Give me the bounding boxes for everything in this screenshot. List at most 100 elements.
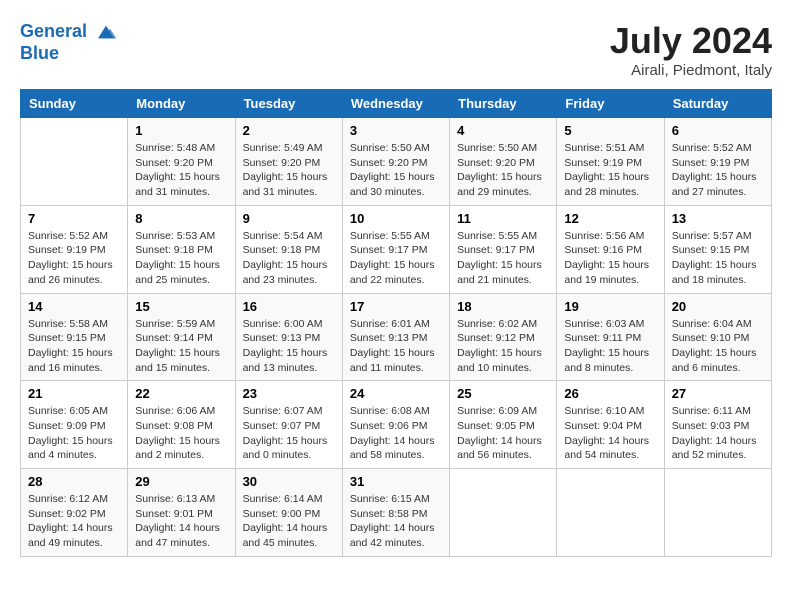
calendar-cell: 2 Sunrise: 5:49 AM Sunset: 9:20 PM Dayli… (235, 118, 342, 206)
calendar-cell: 15 Sunrise: 5:59 AM Sunset: 9:14 PM Dayl… (128, 293, 235, 381)
sunrise-text: Sunrise: 5:54 AM (243, 230, 323, 242)
day-info: Sunrise: 5:52 AM Sunset: 9:19 PM Dayligh… (28, 229, 120, 288)
sunset-text: Sunset: 9:01 PM (135, 508, 213, 520)
calendar-cell: 28 Sunrise: 6:12 AM Sunset: 9:02 PM Dayl… (21, 469, 128, 557)
sunrise-text: Sunrise: 5:59 AM (135, 318, 215, 330)
month-title: July 2024 (610, 20, 772, 62)
calendar-cell: 31 Sunrise: 6:15 AM Sunset: 8:58 PM Dayl… (342, 469, 449, 557)
day-info: Sunrise: 6:05 AM Sunset: 9:09 PM Dayligh… (28, 404, 120, 463)
calendar-cell: 5 Sunrise: 5:51 AM Sunset: 9:19 PM Dayli… (557, 118, 664, 206)
sunrise-text: Sunrise: 6:06 AM (135, 405, 215, 417)
calendar-cell: 23 Sunrise: 6:07 AM Sunset: 9:07 PM Dayl… (235, 381, 342, 469)
day-number: 15 (135, 299, 227, 314)
day-number: 9 (243, 211, 335, 226)
logo-text: General (20, 20, 118, 44)
day-info: Sunrise: 6:10 AM Sunset: 9:04 PM Dayligh… (564, 404, 656, 463)
sunrise-text: Sunrise: 6:01 AM (350, 318, 430, 330)
daylight-text: Daylight: 14 hours and 56 minutes. (457, 435, 542, 462)
calendar-cell: 25 Sunrise: 6:09 AM Sunset: 9:05 PM Dayl… (450, 381, 557, 469)
daylight-text: Daylight: 15 hours and 30 minutes. (350, 171, 435, 198)
day-number: 10 (350, 211, 442, 226)
day-info: Sunrise: 5:50 AM Sunset: 9:20 PM Dayligh… (457, 141, 549, 200)
location: Airali, Piedmont, Italy (610, 62, 772, 79)
sunrise-text: Sunrise: 6:09 AM (457, 405, 537, 417)
sunrise-text: Sunrise: 6:11 AM (672, 405, 751, 417)
day-info: Sunrise: 6:03 AM Sunset: 9:11 PM Dayligh… (564, 317, 656, 376)
daylight-text: Daylight: 15 hours and 2 minutes. (135, 435, 220, 462)
day-number: 5 (564, 123, 656, 138)
sunset-text: Sunset: 9:13 PM (243, 332, 321, 344)
sunset-text: Sunset: 9:19 PM (672, 157, 750, 169)
daylight-text: Daylight: 15 hours and 11 minutes. (350, 347, 435, 374)
daylight-text: Daylight: 14 hours and 49 minutes. (28, 522, 113, 549)
day-number: 21 (28, 386, 120, 401)
sunrise-text: Sunrise: 5:55 AM (350, 230, 430, 242)
day-number: 23 (243, 386, 335, 401)
sunrise-text: Sunrise: 5:57 AM (672, 230, 752, 242)
day-number: 18 (457, 299, 549, 314)
day-info: Sunrise: 6:00 AM Sunset: 9:13 PM Dayligh… (243, 317, 335, 376)
day-info: Sunrise: 6:09 AM Sunset: 9:05 PM Dayligh… (457, 404, 549, 463)
calendar-cell: 20 Sunrise: 6:04 AM Sunset: 9:10 PM Dayl… (664, 293, 771, 381)
calendar-cell: 18 Sunrise: 6:02 AM Sunset: 9:12 PM Dayl… (450, 293, 557, 381)
daylight-text: Daylight: 15 hours and 4 minutes. (28, 435, 113, 462)
day-info: Sunrise: 6:06 AM Sunset: 9:08 PM Dayligh… (135, 404, 227, 463)
calendar-cell: 3 Sunrise: 5:50 AM Sunset: 9:20 PM Dayli… (342, 118, 449, 206)
calendar-cell: 6 Sunrise: 5:52 AM Sunset: 9:19 PM Dayli… (664, 118, 771, 206)
weekday-header: Friday (557, 90, 664, 118)
daylight-text: Daylight: 14 hours and 42 minutes. (350, 522, 435, 549)
logo-subtext: Blue (20, 44, 118, 64)
day-info: Sunrise: 6:07 AM Sunset: 9:07 PM Dayligh… (243, 404, 335, 463)
sunset-text: Sunset: 9:17 PM (457, 244, 535, 256)
sunset-text: Sunset: 9:09 PM (28, 420, 106, 432)
day-info: Sunrise: 6:04 AM Sunset: 9:10 PM Dayligh… (672, 317, 764, 376)
daylight-text: Daylight: 15 hours and 23 minutes. (243, 259, 328, 286)
sunset-text: Sunset: 9:20 PM (135, 157, 213, 169)
day-info: Sunrise: 5:57 AM Sunset: 9:15 PM Dayligh… (672, 229, 764, 288)
sunrise-text: Sunrise: 5:52 AM (28, 230, 108, 242)
day-number: 28 (28, 474, 120, 489)
daylight-text: Daylight: 14 hours and 58 minutes. (350, 435, 435, 462)
day-number: 31 (350, 474, 442, 489)
weekday-header: Wednesday (342, 90, 449, 118)
sunset-text: Sunset: 8:58 PM (350, 508, 428, 520)
calendar-week-row: 1 Sunrise: 5:48 AM Sunset: 9:20 PM Dayli… (21, 118, 772, 206)
calendar-cell: 4 Sunrise: 5:50 AM Sunset: 9:20 PM Dayli… (450, 118, 557, 206)
sunrise-text: Sunrise: 6:00 AM (243, 318, 323, 330)
sunset-text: Sunset: 9:17 PM (350, 244, 428, 256)
day-number: 27 (672, 386, 764, 401)
daylight-text: Daylight: 15 hours and 0 minutes. (243, 435, 328, 462)
calendar-cell (664, 469, 771, 557)
day-number: 2 (243, 123, 335, 138)
day-info: Sunrise: 5:56 AM Sunset: 9:16 PM Dayligh… (564, 229, 656, 288)
calendar-cell (450, 469, 557, 557)
daylight-text: Daylight: 15 hours and 10 minutes. (457, 347, 542, 374)
daylight-text: Daylight: 15 hours and 16 minutes. (28, 347, 113, 374)
title-block: July 2024 Airali, Piedmont, Italy (610, 20, 772, 79)
day-number: 8 (135, 211, 227, 226)
calendar-cell: 12 Sunrise: 5:56 AM Sunset: 9:16 PM Dayl… (557, 205, 664, 293)
sunrise-text: Sunrise: 6:02 AM (457, 318, 537, 330)
calendar-cell: 26 Sunrise: 6:10 AM Sunset: 9:04 PM Dayl… (557, 381, 664, 469)
calendar-cell (21, 118, 128, 206)
sunrise-text: Sunrise: 5:58 AM (28, 318, 108, 330)
day-info: Sunrise: 6:08 AM Sunset: 9:06 PM Dayligh… (350, 404, 442, 463)
sunrise-text: Sunrise: 5:50 AM (350, 142, 430, 154)
sunrise-text: Sunrise: 6:05 AM (28, 405, 108, 417)
calendar-cell: 29 Sunrise: 6:13 AM Sunset: 9:01 PM Dayl… (128, 469, 235, 557)
daylight-text: Daylight: 14 hours and 54 minutes. (564, 435, 649, 462)
calendar-cell: 22 Sunrise: 6:06 AM Sunset: 9:08 PM Dayl… (128, 381, 235, 469)
daylight-text: Daylight: 15 hours and 18 minutes. (672, 259, 757, 286)
sunrise-text: Sunrise: 6:10 AM (564, 405, 644, 417)
day-info: Sunrise: 6:13 AM Sunset: 9:01 PM Dayligh… (135, 492, 227, 551)
day-number: 17 (350, 299, 442, 314)
weekday-header: Saturday (664, 90, 771, 118)
calendar-cell: 1 Sunrise: 5:48 AM Sunset: 9:20 PM Dayli… (128, 118, 235, 206)
day-info: Sunrise: 5:48 AM Sunset: 9:20 PM Dayligh… (135, 141, 227, 200)
day-number: 16 (243, 299, 335, 314)
sunset-text: Sunset: 9:18 PM (135, 244, 213, 256)
sunrise-text: Sunrise: 6:08 AM (350, 405, 430, 417)
calendar-week-row: 7 Sunrise: 5:52 AM Sunset: 9:19 PM Dayli… (21, 205, 772, 293)
daylight-text: Daylight: 15 hours and 8 minutes. (564, 347, 649, 374)
sunset-text: Sunset: 9:15 PM (672, 244, 750, 256)
